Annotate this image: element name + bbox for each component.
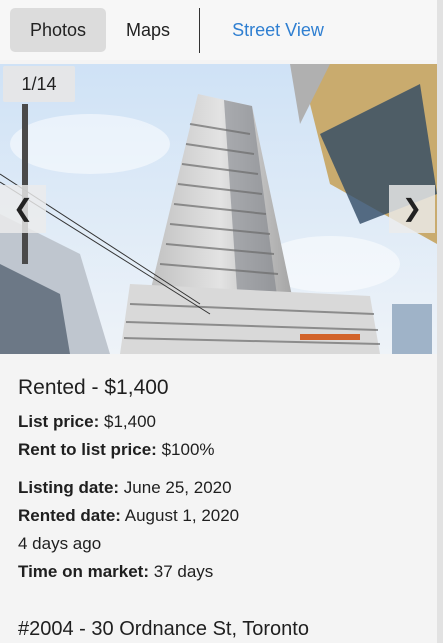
listing-date-label: Listing date:	[18, 478, 120, 497]
tab-street-view[interactable]: Street View	[215, 8, 341, 52]
rented-date-row: Rented date: August 1, 2020	[18, 506, 239, 526]
media-tab-bar: Photos Maps Street View	[0, 0, 443, 60]
time-on-market-label: Time on market:	[18, 562, 150, 581]
page-edge	[437, 0, 443, 643]
listing-address: #2004 - 30 Ordnance St, Toronto	[18, 618, 309, 640]
status-price: Rented - $1,400	[18, 376, 169, 399]
next-photo-button[interactable]: ❯	[389, 185, 435, 233]
rent-to-list-label: Rent to list price:	[18, 440, 157, 459]
listing-photo[interactable]	[0, 64, 437, 354]
list-price-label: List price:	[18, 412, 100, 431]
building-photo-image	[0, 64, 437, 354]
list-price-row: List price: $1,400	[18, 412, 156, 432]
tab-maps[interactable]: Maps	[110, 8, 186, 52]
rent-to-list-value: $100%	[161, 440, 215, 459]
rented-date-value: August 1, 2020	[124, 506, 240, 525]
tab-divider	[199, 8, 200, 53]
rented-date-label: Rented date:	[18, 506, 121, 525]
listing-date-value: June 25, 2020	[123, 478, 232, 497]
relative-time: 4 days ago	[18, 534, 102, 553]
previous-photo-button[interactable]: ❮	[0, 185, 46, 233]
chevron-right-icon: ❯	[401, 195, 423, 222]
rent-to-list-row: Rent to list price: $100%	[18, 440, 215, 460]
listing-date-row: Listing date: June 25, 2020	[18, 478, 232, 498]
time-on-market-row: Time on market: 37 days	[18, 562, 213, 582]
photo-counter: 1/14	[3, 66, 75, 102]
list-price-value: $1,400	[103, 412, 156, 431]
chevron-left-icon: ❮	[12, 195, 34, 222]
tab-photos[interactable]: Photos	[10, 8, 106, 52]
time-on-market-value: 37 days	[153, 562, 214, 581]
